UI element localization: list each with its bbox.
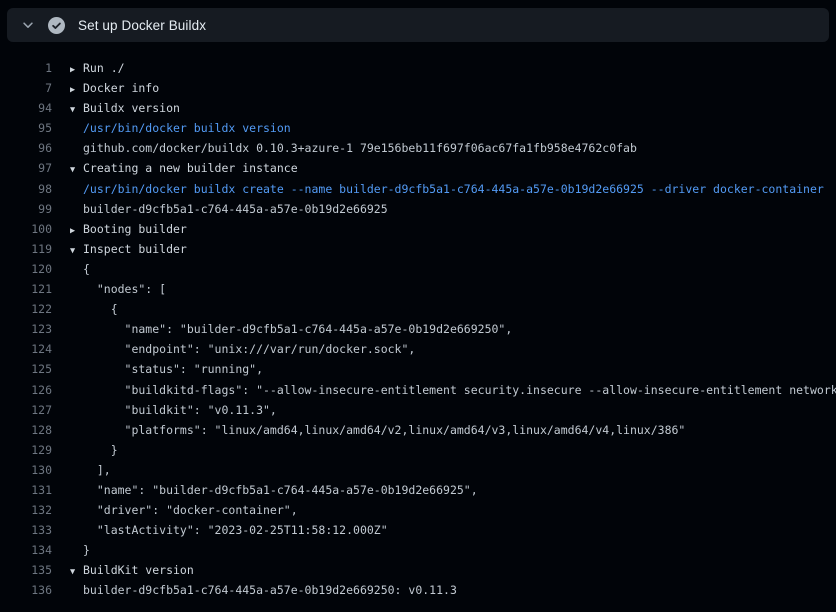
line-number[interactable]: 132	[8, 500, 52, 520]
line-number[interactable]: 97	[8, 158, 52, 178]
log-line: 136 builder-d9cfb5a1-c764-445a-a57e-0b19…	[0, 580, 836, 600]
log-lines: 1 ▶Run ./ 7 ▶Docker info 94 ▼Buildx vers…	[0, 42, 836, 601]
log-line-text: "lastActivity": "2023-02-25T11:58:12.000…	[83, 523, 388, 537]
log-line-text: Booting builder	[83, 222, 187, 236]
log-line-text: Run ./	[83, 61, 125, 75]
line-number[interactable]: 130	[8, 460, 52, 480]
line-number[interactable]: 128	[8, 420, 52, 440]
log-line: 125 "status": "running",	[0, 359, 836, 379]
log-line-text: Creating a new builder instance	[83, 161, 298, 175]
log-line-text: "buildkit": "v0.11.3",	[83, 403, 277, 417]
check-circle-icon	[48, 17, 65, 34]
step-title: Set up Docker Buildx	[78, 18, 206, 33]
line-number[interactable]: 133	[8, 520, 52, 540]
log-line-text: builder-d9cfb5a1-c764-445a-a57e-0b19d2e6…	[83, 202, 388, 216]
line-number[interactable]: 127	[8, 400, 52, 420]
log-line[interactable]: 94 ▼Buildx version	[0, 98, 836, 118]
line-number[interactable]: 120	[8, 259, 52, 279]
line-number[interactable]: 98	[8, 179, 52, 199]
log-line-text: /usr/bin/docker buildx create --name bui…	[83, 182, 824, 196]
line-number[interactable]: 134	[8, 540, 52, 560]
chevron-down-icon[interactable]	[21, 18, 35, 32]
log-line-text: Buildx version	[83, 101, 180, 115]
log-line-text: "buildkitd-flags": "--allow-insecure-ent…	[83, 383, 836, 397]
log-line[interactable]: 97 ▼Creating a new builder instance	[0, 158, 836, 178]
line-number[interactable]: 136	[8, 580, 52, 600]
line-number[interactable]: 125	[8, 359, 52, 379]
log-line: 130 ],	[0, 460, 836, 480]
line-number[interactable]: 1	[8, 58, 52, 78]
group-toggle-arrow-icon[interactable]: ▶	[70, 80, 83, 98]
group-toggle-arrow-icon[interactable]: ▼	[70, 100, 83, 118]
log-line: 120 {	[0, 259, 836, 279]
line-number[interactable]: 99	[8, 199, 52, 219]
log-line: 99 builder-d9cfb5a1-c764-445a-a57e-0b19d…	[0, 199, 836, 219]
log-line[interactable]: 135 ▼BuildKit version	[0, 560, 836, 580]
log-line: 133 "lastActivity": "2023-02-25T11:58:12…	[0, 520, 836, 540]
log-line-text: ],	[83, 463, 111, 477]
log-line: 132 "driver": "docker-container",	[0, 500, 836, 520]
log-line-text: Inspect builder	[83, 242, 187, 256]
line-number[interactable]: 119	[8, 239, 52, 259]
log-line[interactable]: 100 ▶Booting builder	[0, 219, 836, 239]
log-line: 129 }	[0, 440, 836, 460]
group-toggle-arrow-icon[interactable]: ▼	[70, 562, 83, 580]
log-line[interactable]: 7 ▶Docker info	[0, 78, 836, 98]
log-line[interactable]: 1 ▶Run ./	[0, 58, 836, 78]
line-number[interactable]: 124	[8, 339, 52, 359]
log-line-text: "name": "builder-d9cfb5a1-c764-445a-a57e…	[83, 483, 478, 497]
log-line-text: "driver": "docker-container",	[83, 503, 298, 517]
log-line[interactable]: 119 ▼Inspect builder	[0, 239, 836, 259]
line-number[interactable]: 122	[8, 299, 52, 319]
log-line-text: Docker info	[83, 81, 159, 95]
log-line: 124 "endpoint": "unix:///var/run/docker.…	[0, 339, 836, 359]
group-toggle-arrow-icon[interactable]: ▼	[70, 160, 83, 178]
line-number[interactable]: 7	[8, 78, 52, 98]
line-number[interactable]: 126	[8, 380, 52, 400]
log-line-text: }	[83, 443, 118, 457]
log-line: 121 "nodes": [	[0, 279, 836, 299]
log-line-text: BuildKit version	[83, 563, 194, 577]
line-number[interactable]: 121	[8, 279, 52, 299]
log-line: 134 }	[0, 540, 836, 560]
log-line-text: /usr/bin/docker buildx version	[83, 121, 291, 135]
log-line: 98 /usr/bin/docker buildx create --name …	[0, 179, 836, 199]
log-line-text: "platforms": "linux/amd64,linux/amd64/v2…	[83, 423, 685, 437]
line-number[interactable]: 95	[8, 118, 52, 138]
log-line-text: {	[83, 262, 90, 276]
log-line-text: "nodes": [	[83, 282, 166, 296]
log-line-text: }	[83, 543, 90, 557]
line-number[interactable]: 135	[8, 560, 52, 580]
group-toggle-arrow-icon[interactable]: ▼	[70, 241, 83, 259]
line-number[interactable]: 94	[8, 98, 52, 118]
log-line-text: {	[83, 302, 118, 316]
line-number[interactable]: 129	[8, 440, 52, 460]
group-toggle-arrow-icon[interactable]: ▶	[70, 60, 83, 78]
log-line-text: github.com/docker/buildx 0.10.3+azure-1 …	[83, 141, 637, 155]
line-number[interactable]: 131	[8, 480, 52, 500]
log-line: 123 "name": "builder-d9cfb5a1-c764-445a-…	[0, 319, 836, 339]
log-line: 95 /usr/bin/docker buildx version	[0, 118, 836, 138]
log-line-text: "name": "builder-d9cfb5a1-c764-445a-a57e…	[83, 322, 512, 336]
log-line-text: "status": "running",	[83, 362, 263, 376]
line-number[interactable]: 96	[8, 138, 52, 158]
log-line: 131 "name": "builder-d9cfb5a1-c764-445a-…	[0, 480, 836, 500]
group-toggle-arrow-icon[interactable]: ▶	[70, 221, 83, 239]
log-line: 126 "buildkitd-flags": "--allow-insecure…	[0, 380, 836, 400]
line-number[interactable]: 100	[8, 219, 52, 239]
log-line-text: "endpoint": "unix:///var/run/docker.sock…	[83, 342, 415, 356]
log-line: 122 {	[0, 299, 836, 319]
log-line: 128 "platforms": "linux/amd64,linux/amd6…	[0, 420, 836, 440]
line-number[interactable]: 123	[8, 319, 52, 339]
log-line: 96 github.com/docker/buildx 0.10.3+azure…	[0, 138, 836, 158]
step-header[interactable]: Set up Docker Buildx	[7, 8, 829, 42]
log-line: 127 "buildkit": "v0.11.3",	[0, 400, 836, 420]
log-line-text: builder-d9cfb5a1-c764-445a-a57e-0b19d2e6…	[83, 583, 457, 597]
